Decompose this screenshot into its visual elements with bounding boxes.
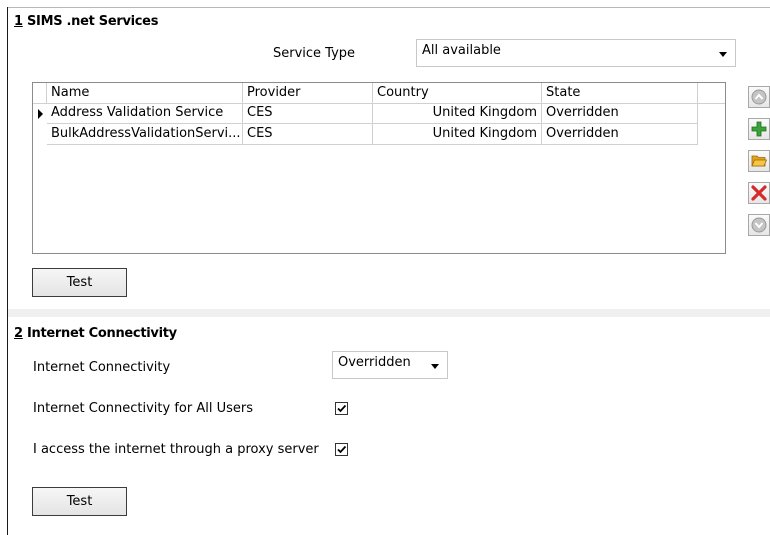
table-row[interactable]: BulkAddressValidationServi... CES United… <box>33 124 725 145</box>
cell-state-text: Overridden <box>546 105 619 120</box>
proxy-server-checkbox[interactable] <box>335 443 348 456</box>
section-1-title: 1 SIMS .net Services <box>14 14 158 29</box>
up-icon <box>751 89 767 105</box>
section-2-title: 2 Internet Connectivity <box>14 326 177 341</box>
column-header-provider[interactable]: Provider <box>243 83 373 103</box>
cell-country[interactable]: United Kingdom <box>373 124 542 145</box>
test-connectivity-button[interactable]: Test <box>32 487 127 516</box>
section-1-title-text: SIMS .net Services <box>26 14 159 29</box>
cell-state[interactable]: Overridden <box>542 124 698 145</box>
cell-name-text: Address Validation Service <box>51 105 224 120</box>
grid-header: Name Provider Country State <box>33 83 725 104</box>
column-header-provider-label: Provider <box>247 85 301 100</box>
services-grid[interactable]: Name Provider Country State Address Vali… <box>32 82 726 254</box>
cell-name[interactable]: BulkAddressValidationServi... <box>47 124 243 145</box>
test-services-button[interactable]: Test <box>32 268 127 297</box>
internet-connectivity-section: 2 Internet Connectivity Internet Connect… <box>8 317 770 535</box>
proxy-server-label: I access the internet through a proxy se… <box>33 442 319 457</box>
all-users-label: Internet Connectivity for All Users <box>33 401 254 416</box>
delete-icon <box>751 185 767 201</box>
section-separator <box>8 309 770 317</box>
open-folder-icon <box>751 155 767 167</box>
internet-connectivity-value: Overridden <box>338 355 411 370</box>
service-type-label: Service Type <box>273 46 356 61</box>
column-header-country-label: Country <box>377 85 429 100</box>
move-down-button[interactable] <box>748 214 770 236</box>
sims-services-section: 1 SIMS .net Services Service Type All av… <box>8 8 770 309</box>
section-2-title-text: Internet Connectivity <box>26 326 177 341</box>
service-type-dropdown[interactable]: All available <box>416 39 736 67</box>
open-button[interactable] <box>748 150 770 172</box>
column-header-name-label: Name <box>51 85 90 100</box>
cell-name-text: BulkAddressValidationServi... <box>51 126 241 141</box>
checkmark-icon <box>337 404 347 413</box>
cell-provider-text: CES <box>247 126 273 141</box>
chevron-down-icon[interactable] <box>431 364 439 369</box>
table-row[interactable]: Address Validation Service CES United Ki… <box>33 103 725 124</box>
cell-provider[interactable]: CES <box>243 103 373 124</box>
cell-country[interactable]: United Kingdom <box>373 103 542 124</box>
cell-name[interactable]: Address Validation Service <box>47 103 243 124</box>
all-users-checkbox[interactable] <box>335 402 348 415</box>
internet-connectivity-dropdown[interactable]: Overridden <box>332 351 448 379</box>
column-header-state-label: State <box>546 85 581 100</box>
cell-provider[interactable]: CES <box>243 124 373 145</box>
column-header-country[interactable]: Country <box>373 83 542 103</box>
cell-country-text: United Kingdom <box>432 105 537 120</box>
row-selector[interactable] <box>33 124 47 145</box>
service-type-value: All available <box>422 43 501 58</box>
section-2-number: 2 <box>14 326 23 341</box>
add-icon <box>751 121 767 137</box>
row-header-column <box>33 83 47 103</box>
column-header-name[interactable]: Name <box>47 83 243 103</box>
chevron-down-icon[interactable] <box>719 52 727 57</box>
row-selector[interactable] <box>33 103 47 124</box>
section-1-number: 1 <box>14 14 23 29</box>
down-icon <box>751 217 767 233</box>
internet-connectivity-label: Internet Connectivity <box>33 360 171 375</box>
cell-provider-text: CES <box>247 105 273 120</box>
column-header-state[interactable]: State <box>542 83 698 103</box>
delete-button[interactable] <box>748 182 770 204</box>
checkmark-icon <box>337 445 347 454</box>
move-up-button[interactable] <box>748 86 770 108</box>
current-row-arrow-icon <box>38 109 43 119</box>
cell-state[interactable]: Overridden <box>542 103 698 124</box>
add-button[interactable] <box>748 118 770 140</box>
cell-country-text: United Kingdom <box>432 126 537 141</box>
cell-state-text: Overridden <box>546 126 619 141</box>
